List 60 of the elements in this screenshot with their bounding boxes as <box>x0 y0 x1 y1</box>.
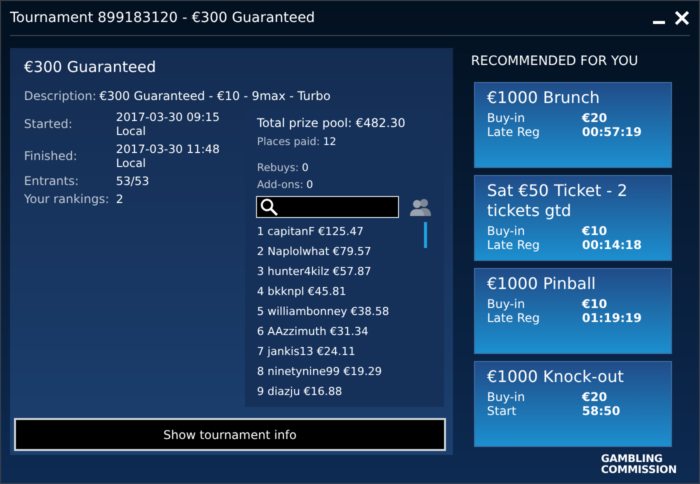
description-text: €300 Guaranteed - €10 - 9max - Turbo <box>99 89 331 103</box>
field-label: Started: <box>24 117 74 131</box>
card-label: Late Reg <box>487 238 541 252</box>
card-label: Start <box>487 404 518 418</box>
ranking-row-text: 7 jankis13 €24.11 <box>257 344 356 360</box>
card-value: 00:57:19 <box>582 125 643 139</box>
stat-value: 0 <box>302 162 309 174</box>
card-value: €10 <box>582 224 608 238</box>
card-value: 00:14:18 <box>582 238 643 252</box>
card-value: €10 <box>582 297 608 311</box>
card-label: Late Reg <box>487 125 541 139</box>
ranking-row-text: 3 hunter4kilz €57.87 <box>257 264 372 280</box>
tournament-heading: €300 Guaranteed <box>24 58 157 76</box>
ranking-row-text: 2 Naplolwhat €79.57 <box>257 244 372 260</box>
card-label: Buy-in <box>487 390 526 404</box>
card-value: €20 <box>582 390 608 404</box>
field-value: 2 <box>116 192 124 206</box>
tournament-card[interactable]: €1000 Pinball Buy-in €10 Late Reg 01:19:19 <box>474 268 672 354</box>
stat-label: Places paid: <box>257 136 320 148</box>
card-value: €20 <box>582 111 608 125</box>
close-icon[interactable] <box>674 10 690 26</box>
show-info-button[interactable]: Show tournament info <box>14 418 446 451</box>
card-value: 58:50 <box>582 404 622 418</box>
stat-value: 12 <box>322 136 336 148</box>
scrollbar-thumb[interactable] <box>424 222 427 248</box>
window-title: Tournament 899183120 - €300 Guaranteed <box>10 10 315 26</box>
card-value: 01:19:19 <box>582 311 643 325</box>
ranking-row-text: 4 bkknpl €45.81 <box>257 284 348 300</box>
description-label: Description: <box>24 89 96 103</box>
search-field[interactable] <box>256 196 399 218</box>
search-icon <box>260 198 278 216</box>
field-label: Your rankings: <box>24 192 110 206</box>
field-value: 2017-03-30 09:15 Local <box>116 110 221 138</box>
card-label: Late Reg <box>487 311 541 325</box>
ranking-row-text: 1 capitanF €125.47 <box>257 224 365 240</box>
card-label: Buy-in <box>487 111 526 125</box>
card-title: €1000 Knock-out <box>487 367 625 387</box>
card-title: €1000 Pinball <box>487 274 597 294</box>
field-label: Finished: <box>24 149 78 163</box>
commission-logo: GAMBLING COMMISSION <box>601 454 678 476</box>
stat-value: 0 <box>306 179 314 191</box>
card-label: Buy-in <box>487 224 526 238</box>
section-heading: RECOMMENDED FOR YOU <box>471 54 640 71</box>
field-value: 2017-03-30 11:48 Local <box>116 142 221 170</box>
ranking-row-text: 5 williambonney €38.58 <box>257 304 390 320</box>
tournament-card[interactable]: €1000 Brunch Buy-in €20 Late Reg 00:57:19 <box>474 82 672 168</box>
stat-label: Add-ons: <box>257 179 304 191</box>
prize-pool-text: Total prize pool: €482.30 <box>257 116 406 130</box>
tournament-card[interactable]: €1000 Knock-out Buy-in €20 Start 58:50 <box>474 361 672 447</box>
tournament-card[interactable]: Sat €50 Ticket - 2 tickets gtd Buy-in €10 Late Reg 00:14:18 <box>474 175 672 261</box>
players-icon[interactable] <box>409 198 431 216</box>
stat-label: Rebuys: <box>257 162 299 174</box>
field-label: Entrants: <box>24 174 80 188</box>
ranking-row-text: 9 diazju €16.88 <box>257 384 344 400</box>
ranking-row-text: 8 ninetynine99 €19.29 <box>257 364 383 380</box>
card-title: Sat €50 Ticket - 2 tickets gtd <box>487 181 628 221</box>
card-label: Buy-in <box>487 297 526 311</box>
field-value: 53/53 <box>116 174 150 188</box>
ranking-row-text: 6 AAzzimuth €31.34 <box>257 324 370 340</box>
card-title: €1000 Brunch <box>487 88 601 108</box>
